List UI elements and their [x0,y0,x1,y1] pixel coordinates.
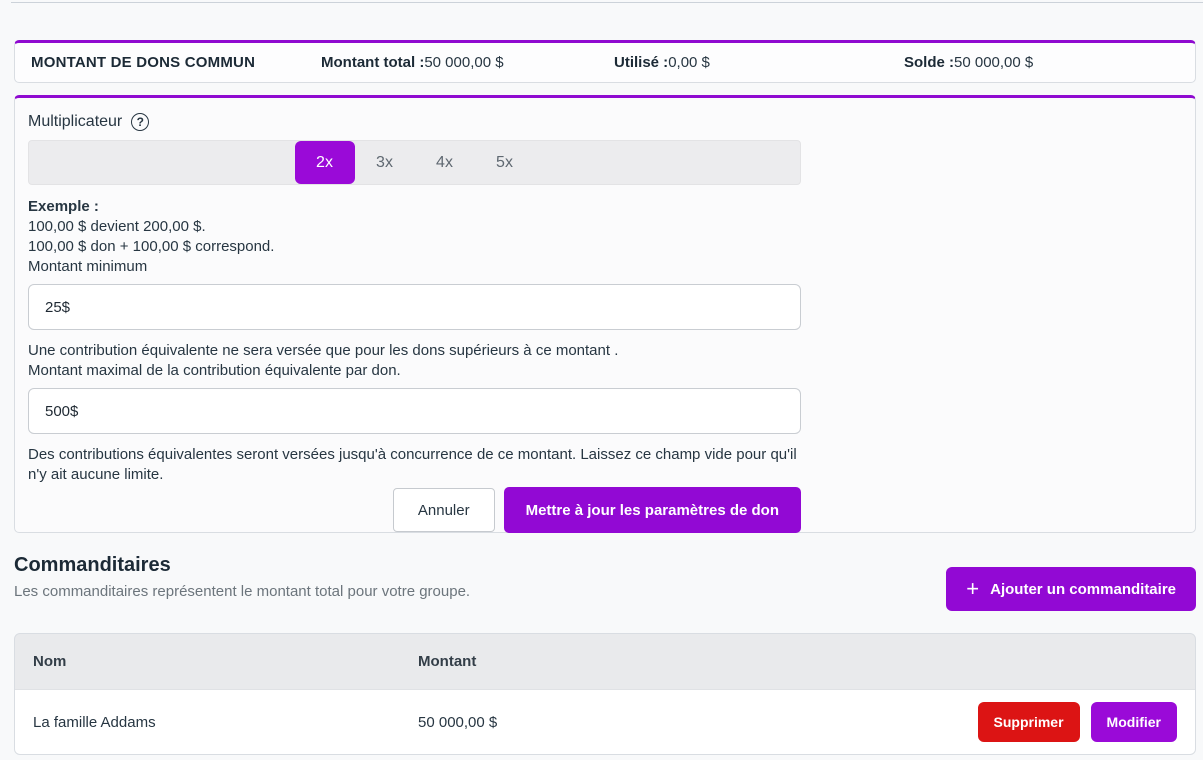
multiplier-label: Multiplicateur [28,113,122,131]
max-helper-text: Des contributions équivalentes seront ve… [28,445,801,485]
table-row: La famille Addams 50 000,00 $ Supprimer … [15,689,1195,754]
summary-total-value: 50 000,00 $ [424,54,503,71]
sponsor-name-cell: La famille Addams [33,714,418,731]
edit-sponsor-button[interactable]: Modifier [1091,702,1177,742]
summary-used-label: Utilisé : [614,54,668,71]
multiplier-card: Multiplicateur ? 2x 3x 4x 5x Exemple : 1… [14,95,1196,533]
sponsors-table: Nom Montant La famille Addams 50 000,00 … [14,633,1196,755]
multiplier-option-3x[interactable]: 3x [355,141,415,184]
help-icon[interactable]: ? [131,113,149,131]
min-helper-block: Une contribution équivalente ne sera ver… [28,341,801,381]
multiplier-option-2x[interactable]: 2x [295,141,355,184]
max-amount-label: Montant maximal de la contribution équiv… [28,361,801,381]
example-line-1: 100,00 $ devient 200,00 $. [28,217,1182,237]
form-actions: Annuler Mettre à jour les paramètres de … [28,487,801,533]
row-actions: Supprimer Modifier [978,702,1177,742]
min-amount-label: Montant minimum [28,257,1182,277]
column-header-amount: Montant [418,653,1177,670]
cancel-button[interactable]: Annuler [393,488,495,532]
donation-summary-bar: MONTANT DE DONS COMMUN Montant total :50… [14,40,1196,83]
example-title: Exemple : [28,197,1182,217]
summary-total: Montant total :50 000,00 $ [321,54,614,71]
plus-icon: + [966,578,979,600]
update-donation-settings-button[interactable]: Mettre à jour les paramètres de don [504,487,801,533]
summary-balance-label: Solde : [904,54,954,71]
add-sponsor-button[interactable]: + Ajouter un commanditaire [946,567,1196,611]
top-divider [11,2,1203,3]
min-helper-text: Une contribution équivalente ne sera ver… [28,341,801,361]
sponsors-title: Commanditaires [14,554,470,577]
summary-used: Utilisé :0,00 $ [614,54,904,71]
multiplier-option-5x[interactable]: 5x [475,141,535,184]
max-amount-input[interactable] [28,388,801,434]
summary-total-label: Montant total : [321,54,424,71]
multiplier-option-4x[interactable]: 4x [415,141,475,184]
summary-title: MONTANT DE DONS COMMUN [31,54,321,71]
column-header-name: Nom [33,653,418,670]
multiplier-label-row: Multiplicateur ? [28,111,1182,133]
sponsors-table-header: Nom Montant [15,634,1195,689]
sponsor-amount-cell: 50 000,00 $ [418,714,978,731]
multiplier-segmented-control: 2x 3x 4x 5x [28,140,801,185]
sponsors-header-text: Commanditaires Les commanditaires représ… [14,554,470,600]
min-amount-input[interactable] [28,284,801,330]
add-sponsor-button-label: Ajouter un commanditaire [990,581,1176,598]
max-helper-block: Des contributions équivalentes seront ve… [28,445,801,485]
sponsors-subtitle: Les commanditaires représentent le monta… [14,583,470,600]
example-line-2: 100,00 $ don + 100,00 $ correspond. [28,237,1182,257]
sponsors-header: Commanditaires Les commanditaires représ… [14,554,1196,611]
example-block: Exemple : 100,00 $ devient 200,00 $. 100… [28,197,1182,277]
delete-sponsor-button[interactable]: Supprimer [978,702,1080,742]
summary-balance: Solde :50 000,00 $ [904,54,1195,71]
summary-balance-value: 50 000,00 $ [954,54,1033,71]
summary-used-value: 0,00 $ [668,54,710,71]
